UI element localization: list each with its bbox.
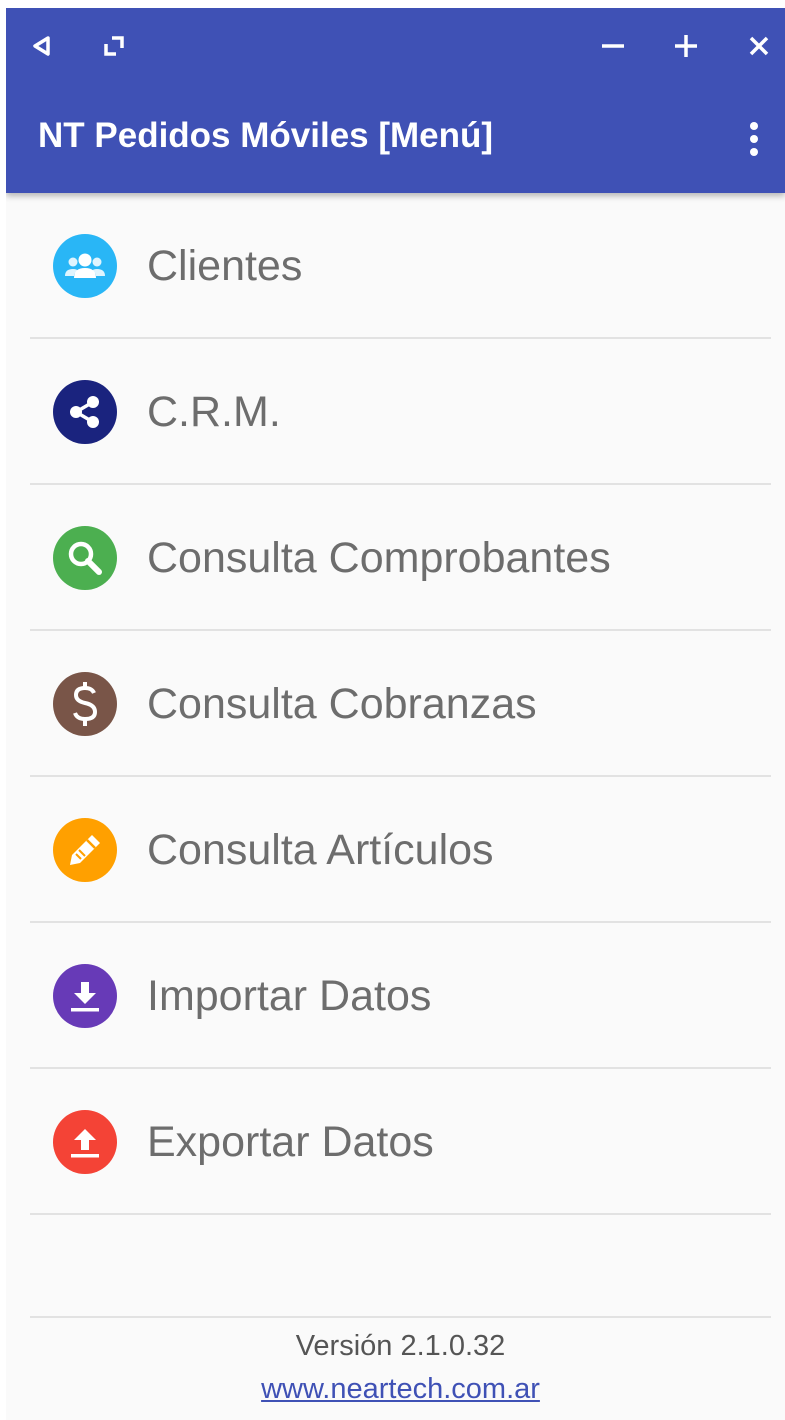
- menu-item-consulta-cobranzas[interactable]: Consulta Cobranzas: [30, 631, 771, 777]
- menu-item-consulta-articulos[interactable]: Consulta Artículos: [30, 777, 771, 923]
- close-icon: [749, 36, 769, 56]
- app-title: NT Pedidos Móviles [Menú]: [38, 116, 494, 155]
- pencil-icon: [53, 818, 117, 882]
- back-button[interactable]: [22, 26, 62, 66]
- menu-item-label: Exportar Datos: [147, 1118, 434, 1166]
- zoom-in-button[interactable]: [666, 26, 706, 66]
- resize-button[interactable]: [94, 26, 134, 66]
- share-icon: [53, 380, 117, 444]
- menu-item-crm[interactable]: C.R.M.: [30, 339, 771, 485]
- more-vert-icon: [750, 122, 758, 156]
- minimize-button[interactable]: [593, 26, 633, 66]
- users-icon: [53, 234, 117, 298]
- minus-icon: [602, 44, 624, 48]
- menu-item-clientes[interactable]: Clientes: [30, 193, 771, 339]
- menu-item-label: Consulta Cobranzas: [147, 680, 537, 728]
- menu-item-label: Importar Datos: [147, 972, 432, 1020]
- menu-item-label: Clientes: [147, 242, 303, 290]
- triangle-left-icon: [33, 36, 50, 56]
- menu-item-consulta-comprobantes[interactable]: Consulta Comprobantes: [30, 485, 771, 631]
- version-text: Versión 2.1.0.32: [295, 1330, 506, 1362]
- dollar-icon: [53, 672, 117, 736]
- plus-icon: [675, 35, 697, 57]
- app-window: NT Pedidos Móviles [Menú] Clientes C.R.M…: [6, 8, 785, 1420]
- website-link[interactable]: www.neartech.com.ar: [30, 1373, 771, 1406]
- resize-icon: [104, 36, 124, 56]
- menu-item-importar-datos[interactable]: Importar Datos: [30, 923, 771, 1069]
- menu-item-label: Consulta Artículos: [147, 826, 494, 874]
- menu-item-label: Consulta Comprobantes: [147, 534, 611, 582]
- upload-icon: [53, 1110, 117, 1174]
- main-menu-list: Clientes C.R.M. Consulta Comprobantes Co…: [30, 193, 771, 1215]
- menu-item-exportar-datos[interactable]: Exportar Datos: [30, 1069, 771, 1215]
- menu-item-label: C.R.M.: [147, 388, 281, 436]
- search-icon: [53, 526, 117, 590]
- footer: Versión 2.1.0.32 www.neartech.com.ar: [30, 1316, 771, 1420]
- app-bar: NT Pedidos Móviles [Menú]: [6, 8, 785, 193]
- overflow-menu-button[interactable]: [739, 114, 769, 164]
- download-icon: [53, 964, 117, 1028]
- close-button[interactable]: [739, 26, 779, 66]
